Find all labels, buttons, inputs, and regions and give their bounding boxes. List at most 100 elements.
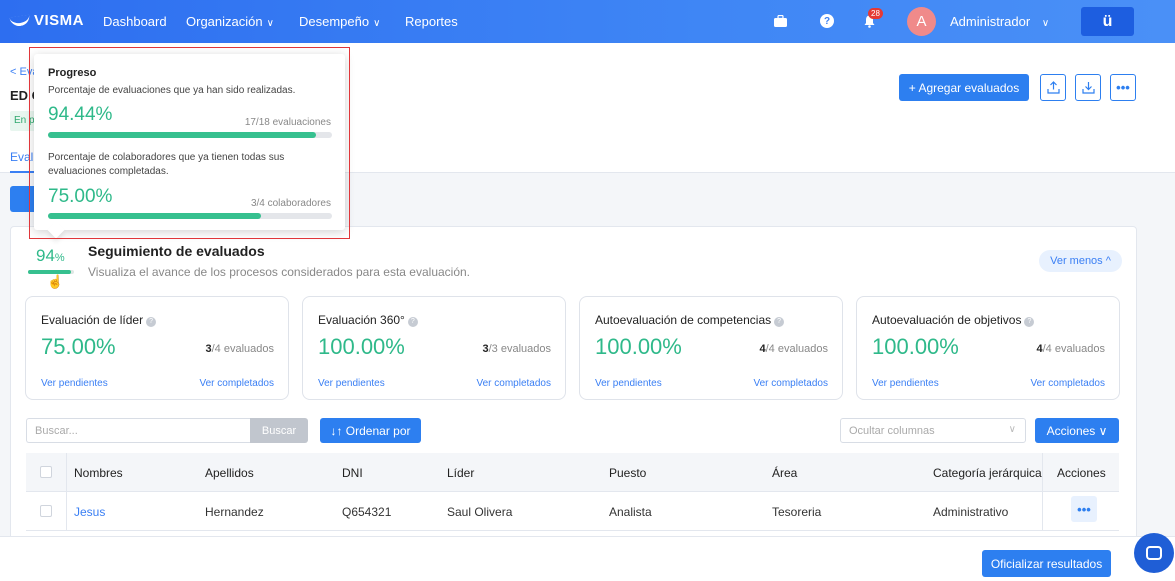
ver-completados-link[interactable]: Ver completados [477, 378, 552, 389]
nav-desempeno[interactable]: Desempeño ∨ [299, 14, 380, 29]
nav-organizacion[interactable]: Organización ∨ [186, 14, 274, 29]
search-input[interactable]: Buscar... [26, 418, 250, 443]
stat-card-competencias: Autoevaluación de competencias? 100.00% … [579, 296, 843, 400]
column-header-dni[interactable]: DNI [342, 466, 363, 480]
chat-button[interactable] [1134, 533, 1174, 573]
app-launcher-button[interactable]: ü [1081, 7, 1134, 36]
stat-percent: 100.00% [318, 334, 405, 359]
stat-card-lider: Evaluación de líder? 75.00% 3/4 evaluado… [25, 296, 289, 400]
officialize-results-button[interactable]: Oficializar resultados [982, 550, 1111, 577]
tooltip-count: 17/18 evaluaciones [244, 117, 331, 128]
column-divider [66, 453, 67, 531]
row-actions-button[interactable]: ••• [1071, 496, 1097, 522]
column-header-puesto[interactable]: Puesto [609, 466, 646, 480]
stat-title-text: Autoevaluación de objetivos [872, 313, 1022, 327]
table-row: Jesus Hernandez Q654321 Saul Olivera Ana… [26, 492, 1119, 531]
upload-icon [1046, 81, 1060, 94]
user-name: Administrador [950, 14, 1031, 29]
tooltip-progress-fill [48, 132, 317, 138]
column-header-nombres[interactable]: Nombres [74, 466, 123, 480]
stat-card-objetivos: Autoevaluación de objetivos? 100.00% 4/4… [856, 296, 1120, 400]
stat-title: Autoevaluación de competencias? [595, 313, 785, 327]
user-menu[interactable]: Administrador ∨ [950, 14, 1049, 29]
hide-columns-placeholder: Ocultar columnas [849, 425, 935, 437]
stat-title: Evaluación de líder? [41, 313, 157, 327]
help-icon[interactable]: ? [407, 317, 418, 327]
ver-completados-link[interactable]: Ver completados [1031, 378, 1106, 389]
ver-pendientes-link[interactable]: Ver pendientes [41, 378, 108, 389]
chevron-down-icon: ∨ [266, 18, 274, 29]
chat-icon [1146, 546, 1162, 560]
column-header-categoria[interactable]: Categoría jerárquica [933, 466, 1042, 480]
stat-count: 3/4 evaluados [205, 343, 274, 355]
cell-puesto: Analista [609, 505, 652, 519]
nav-dashboard[interactable]: Dashboard [103, 14, 167, 29]
tooltip-count: 3/4 colaboradores [250, 198, 331, 209]
avatar[interactable]: A [907, 7, 936, 36]
help-icon[interactable]: ? [1024, 317, 1035, 327]
select-all-checkbox[interactable] [40, 466, 52, 478]
column-header-area[interactable]: Área [772, 466, 797, 480]
stat-count: 3/3 evaluados [482, 343, 551, 355]
nav-organizacion-label: Organización [186, 14, 263, 29]
actions-dropdown-button[interactable]: Acciones ∨ [1035, 418, 1119, 443]
ellipsis-icon: ••• [1116, 80, 1130, 95]
briefcase-icon[interactable] [771, 12, 789, 30]
download-button[interactable] [1075, 74, 1101, 101]
tooltip-progress-bar [48, 213, 332, 219]
stat-percent: 100.00% [595, 334, 682, 359]
notification-badge: 28 [868, 8, 883, 19]
hide-columns-select[interactable]: Ocultar columnas ∨ [840, 418, 1026, 443]
nav-reportes[interactable]: Reportes [405, 14, 458, 29]
cell-apellidos: Hernandez [205, 505, 264, 519]
ver-pendientes-link[interactable]: Ver pendientes [318, 378, 385, 389]
nav-desempeno-label: Desempeño [299, 14, 370, 29]
stat-title-text: Autoevaluación de competencias [595, 313, 772, 327]
percent-sign: % [54, 252, 65, 264]
chevron-down-icon: ∨ [373, 18, 381, 29]
overall-progress-percent[interactable]: 94% [36, 246, 65, 266]
ver-completados-link[interactable]: Ver completados [200, 378, 275, 389]
ver-pendientes-link[interactable]: Ver pendientes [595, 378, 662, 389]
column-divider [1042, 453, 1043, 531]
stat-count-rest: /4 evaluados [765, 343, 828, 355]
ver-pendientes-link[interactable]: Ver pendientes [872, 378, 939, 389]
stat-count-rest: /4 evaluados [1042, 343, 1105, 355]
top-navbar: VISMA Dashboard Organización ∨ Desempeño ∨… [0, 0, 1175, 43]
row-checkbox[interactable] [40, 505, 52, 517]
section-title: Seguimiento de evaluados [88, 243, 265, 259]
cell-dni: Q654321 [342, 505, 392, 519]
stat-count-rest: /4 evaluados [211, 343, 274, 355]
table-header: Nombres Apellidos DNI Líder Puesto Área … [26, 453, 1119, 492]
help-icon[interactable]: ? [818, 12, 836, 30]
stat-title-text: Evaluación 360° [318, 313, 405, 327]
search-button[interactable]: Buscar [250, 418, 308, 443]
upload-button[interactable] [1040, 74, 1066, 101]
column-header-apellidos[interactable]: Apellidos [205, 466, 254, 480]
tooltip-title: Progreso [48, 67, 97, 79]
stat-percent: 100.00% [872, 334, 959, 359]
cell-area: Tesoreria [772, 505, 822, 519]
stat-count-rest: /3 evaluados [488, 343, 551, 355]
tooltip-percent: 75.00% [48, 186, 113, 207]
add-evaluados-button[interactable]: + Agregar evaluados [899, 74, 1029, 101]
logo-text: VISMA [34, 12, 85, 29]
section-subtitle: Visualiza el avance de los procesos cons… [88, 265, 471, 279]
more-options-button[interactable]: ••• [1110, 74, 1136, 101]
column-header-acciones: Acciones [1057, 466, 1106, 480]
active-tab-indicator [10, 171, 36, 173]
help-icon[interactable]: ? [774, 317, 785, 327]
help-icon[interactable]: ? [146, 317, 157, 327]
cell-nombres[interactable]: Jesus [74, 505, 105, 519]
tooltip-description: Porcentaje de evaluaciones que ya han si… [48, 85, 296, 96]
column-header-lider[interactable]: Líder [447, 466, 474, 480]
overall-progress-value: 94 [36, 246, 55, 265]
cell-lider: Saul Olivera [447, 505, 513, 519]
stat-count: 4/4 evaluados [1036, 343, 1105, 355]
order-by-button[interactable]: ↓↑ Ordenar por [320, 418, 421, 443]
ver-completados-link[interactable]: Ver completados [754, 378, 829, 389]
visma-logo[interactable]: VISMA [9, 12, 85, 29]
stat-count: 4/4 evaluados [759, 343, 828, 355]
ver-menos-toggle[interactable]: Ver menos ^ [1039, 250, 1122, 272]
stat-title-text: Evaluación de líder [41, 313, 144, 327]
